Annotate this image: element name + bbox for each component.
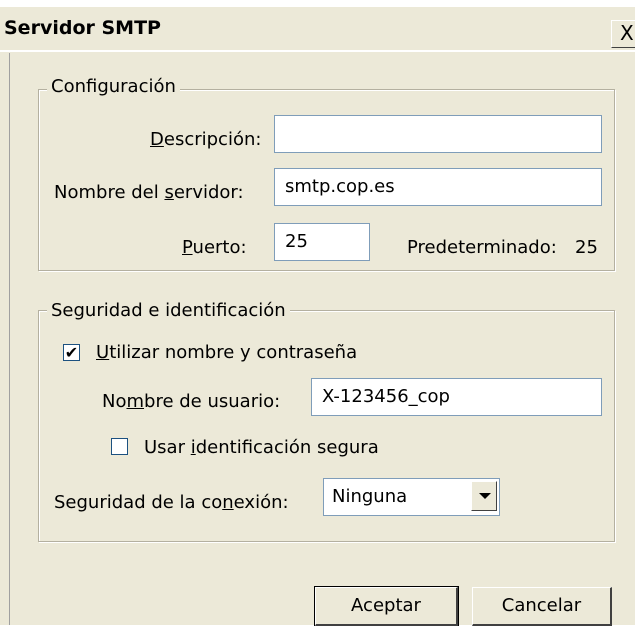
title-bar[interactable]: Servidor SMTP bbox=[0, 7, 635, 50]
connection-security-select[interactable]: Ninguna bbox=[323, 478, 500, 516]
checkmark-icon: ✔ bbox=[64, 343, 79, 362]
port-label: Puerto: bbox=[182, 237, 247, 258]
secure-auth-label[interactable]: Usar identificación segura bbox=[144, 437, 379, 459]
use-auth-label[interactable]: Utilizar nombre y contraseña bbox=[96, 342, 357, 364]
dialog-title: Servidor SMTP bbox=[4, 17, 161, 39]
default-port-label: Predeterminado: bbox=[407, 237, 557, 258]
close-icon: X bbox=[620, 21, 634, 45]
description-field[interactable] bbox=[274, 115, 602, 153]
use-auth-checkbox[interactable]: ✔ bbox=[63, 344, 80, 361]
secure-auth-checkbox[interactable] bbox=[111, 438, 128, 455]
cancel-button[interactable]: Cancelar bbox=[472, 587, 612, 626]
titlebar-divider bbox=[0, 50, 635, 52]
security-legend: Seguridad e identificación bbox=[47, 300, 290, 322]
configuration-legend: Configuración bbox=[47, 76, 180, 98]
username-field[interactable]: X-123456_cop bbox=[311, 378, 602, 416]
default-port-value: 25 bbox=[575, 237, 598, 258]
left-border bbox=[9, 53, 10, 625]
smtp-server-dialog: Servidor SMTP X Configuración Descripció… bbox=[0, 7, 635, 626]
accept-button[interactable]: Aceptar bbox=[314, 586, 459, 626]
port-field[interactable]: 25 bbox=[274, 223, 370, 261]
server-name-label: Nombre del servidor: bbox=[54, 182, 244, 203]
server-name-field[interactable]: smtp.cop.es bbox=[274, 168, 602, 206]
description-label: Descripción: bbox=[150, 129, 262, 150]
chevron-down-icon[interactable] bbox=[471, 481, 497, 511]
username-label: Nombre de usuario: bbox=[102, 391, 281, 412]
connection-security-label: Seguridad de la conexión: bbox=[54, 492, 289, 513]
close-button[interactable]: X bbox=[611, 20, 635, 48]
connection-security-value: Ninguna bbox=[332, 486, 408, 507]
